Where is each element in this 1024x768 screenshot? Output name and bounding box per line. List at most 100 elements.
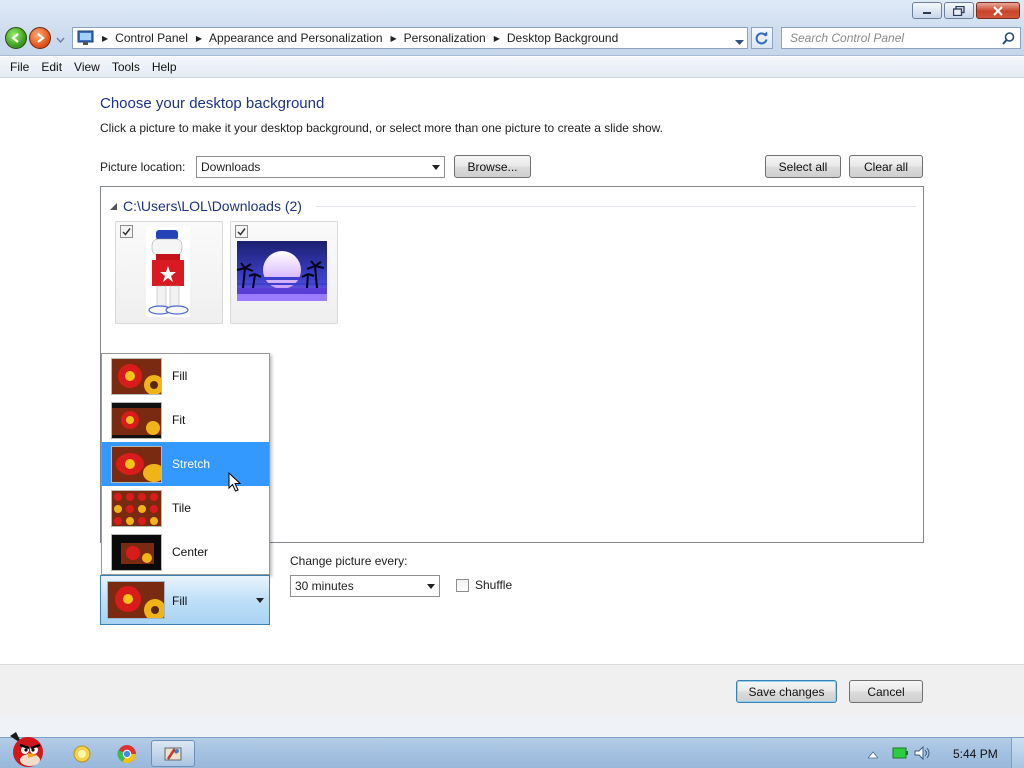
- folder-icon: [73, 745, 91, 762]
- minimize-button[interactable]: [912, 2, 942, 19]
- angry-bird-icon: [10, 732, 43, 767]
- chevron-down-icon: [256, 598, 264, 603]
- breadcrumb-desktop-background[interactable]: Desktop Background: [507, 31, 618, 45]
- flower-center-preview: [111, 534, 162, 571]
- breadcrumb-personalization[interactable]: Personalization: [404, 31, 486, 45]
- restore-icon: [953, 5, 965, 16]
- position-option-fit[interactable]: Fit: [102, 398, 269, 442]
- battery-power-icon: [892, 747, 908, 759]
- change-picture-label: Change picture every:: [290, 554, 408, 568]
- clear-all-button[interactable]: Clear all: [849, 155, 923, 178]
- position-option-fill[interactable]: Fill: [102, 354, 269, 398]
- interval-value: 30 minutes: [295, 579, 354, 593]
- breadcrumb-separator: ▶: [102, 33, 109, 43]
- picture-thumbnail-1[interactable]: [115, 221, 223, 324]
- control-panel-icon: [77, 30, 94, 45]
- search-icon[interactable]: [1002, 32, 1015, 48]
- breadcrumb-control-panel[interactable]: Control Panel: [115, 31, 188, 45]
- chevron-down-icon: [56, 37, 65, 44]
- address-bar[interactable]: ▶ Control Panel ▶ Appearance and Persona…: [72, 27, 748, 49]
- action-bar: Save changes Cancel: [0, 664, 1024, 716]
- chevron-down-icon: [427, 584, 435, 589]
- chevron-up-icon: [867, 751, 879, 759]
- search-input[interactable]: [790, 31, 990, 45]
- synthwave-sunset-image: [236, 241, 327, 301]
- folder-group-header[interactable]: C:\Users\LOL\Downloads (2): [110, 198, 302, 214]
- position-option-label: Tile: [172, 501, 191, 515]
- close-button[interactable]: [976, 2, 1020, 19]
- breadcrumb-appearance[interactable]: Appearance and Personalization: [209, 31, 382, 45]
- flower-fit-preview: [111, 402, 162, 439]
- cartoon-character-image: [146, 227, 190, 317]
- network-tray-icon[interactable]: [892, 746, 908, 763]
- select-all-button[interactable]: Select all: [765, 155, 841, 178]
- show-desktop-button[interactable]: [1011, 738, 1024, 768]
- search-box[interactable]: [781, 27, 1021, 49]
- mouse-pointer-icon: [228, 472, 242, 492]
- taskbar-personalization-button[interactable]: [151, 740, 195, 767]
- chevron-down-icon: [432, 165, 440, 170]
- show-hidden-icons-button[interactable]: [867, 748, 879, 762]
- address-dropdown-button[interactable]: [735, 35, 744, 49]
- menu-bar: File Edit View Tools Help: [0, 57, 1024, 78]
- group-divider: [316, 206, 916, 207]
- menu-help[interactable]: Help: [146, 60, 183, 74]
- minimize-icon: [923, 11, 931, 14]
- flower-fill-preview: [107, 581, 165, 619]
- browse-button[interactable]: Browse...: [454, 155, 531, 178]
- page-title: Choose your desktop background: [100, 95, 325, 112]
- save-changes-button[interactable]: Save changes: [736, 680, 837, 703]
- breadcrumb-separator: ▶: [195, 33, 203, 43]
- position-option-center[interactable]: Center: [102, 530, 269, 574]
- chrome-icon: [117, 744, 136, 763]
- menu-edit[interactable]: Edit: [35, 60, 68, 74]
- position-selected-value: Fill: [172, 594, 188, 608]
- position-option-tile[interactable]: Tile: [102, 486, 269, 530]
- volume-tray-icon[interactable]: [913, 745, 931, 764]
- clock-time[interactable]: 5:44 PM: [953, 747, 998, 761]
- maximize-button[interactable]: [944, 2, 974, 19]
- picture-location-label: Picture location:: [100, 160, 186, 174]
- shuffle-option[interactable]: Shuffle: [456, 578, 512, 592]
- interval-select[interactable]: 30 minutes: [290, 575, 440, 597]
- folder-path: C:\Users\LOL\Downloads (2): [123, 198, 302, 214]
- picture-position-select[interactable]: Fill: [100, 575, 270, 625]
- position-option-stretch[interactable]: Stretch: [102, 442, 269, 486]
- breadcrumb-separator: ▶: [390, 33, 397, 43]
- start-button[interactable]: [4, 730, 50, 768]
- flower-stretch-preview: [111, 446, 162, 483]
- position-option-label: Fill: [172, 369, 188, 383]
- shuffle-checkbox[interactable]: [456, 578, 469, 592]
- picture-thumbnail-2[interactable]: [230, 221, 338, 324]
- refresh-button[interactable]: [751, 27, 773, 49]
- window-controls: [912, 2, 1020, 19]
- flower-fill-preview: [111, 358, 162, 395]
- taskbar-chrome-button[interactable]: [106, 740, 148, 767]
- window-titlebar: ▶ Control Panel ▶ Appearance and Persona…: [0, 0, 1024, 56]
- cancel-button[interactable]: Cancel: [849, 680, 923, 703]
- menu-file[interactable]: File: [4, 60, 35, 74]
- taskbar: 5:44 PM: [0, 732, 1024, 768]
- refresh-icon: [755, 31, 768, 45]
- picture-location-select[interactable]: Downloads: [196, 156, 445, 178]
- speaker-icon: [914, 745, 930, 761]
- taskbar-explorer-button[interactable]: [60, 740, 104, 767]
- position-option-label: Center: [172, 545, 209, 559]
- collapse-triangle-icon: [110, 202, 117, 210]
- picture-position-dropdown-list[interactable]: Fill Fit Stretch Tile Center: [101, 353, 270, 575]
- forward-button[interactable]: [29, 27, 51, 49]
- page-description: Click a picture to make it your desktop …: [100, 121, 663, 135]
- personalization-icon: [164, 747, 182, 760]
- menu-view[interactable]: View: [68, 60, 106, 74]
- menu-tools[interactable]: Tools: [106, 60, 146, 74]
- close-icon: [993, 5, 1003, 16]
- position-option-label: Fit: [172, 413, 186, 427]
- flower-tile-preview: [111, 490, 162, 527]
- back-button[interactable]: [5, 27, 27, 49]
- recent-pages-dropdown[interactable]: [56, 33, 65, 47]
- window-bottom-strip: [0, 716, 1024, 737]
- arrow-right-icon: [37, 33, 45, 43]
- breadcrumb-separator: ▶: [493, 33, 500, 43]
- position-option-label: Stretch: [172, 457, 211, 471]
- arrow-left-icon: [11, 33, 19, 43]
